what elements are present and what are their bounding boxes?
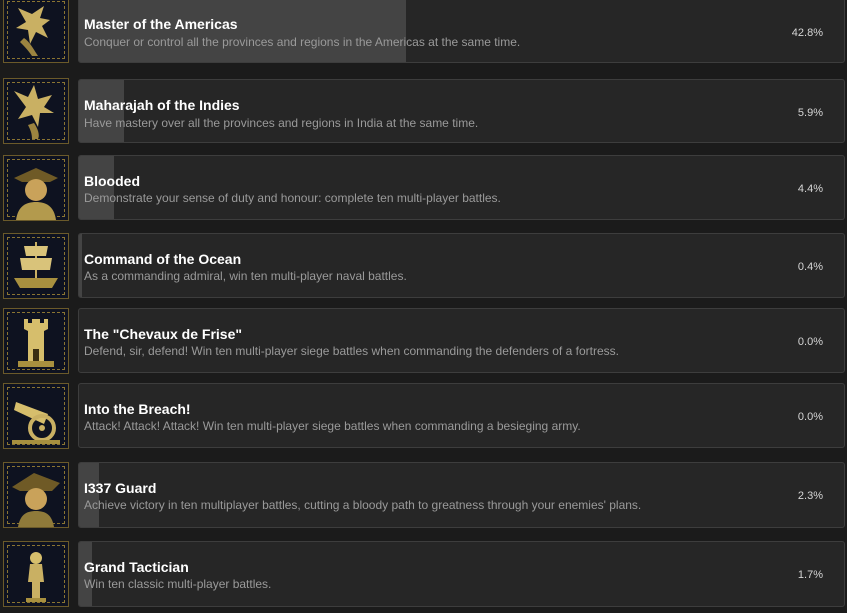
achievement-description: Win ten classic multi-player battles.	[84, 577, 272, 591]
unlock-percentage: 2.3%	[797, 490, 823, 502]
cannon-icon	[3, 383, 69, 449]
progress-bar	[79, 234, 82, 297]
soldier-figure-icon	[3, 541, 69, 607]
officer-portrait-icon	[3, 462, 69, 528]
tower-icon	[3, 308, 69, 374]
ship-icon	[3, 233, 69, 299]
achievement-card: Command of the Ocean As a commanding adm…	[78, 233, 845, 298]
unlock-percentage: 0.0%	[797, 411, 823, 423]
achievement-title: Blooded	[84, 173, 140, 189]
eagle-icon	[3, 0, 69, 63]
achievement-card: Blooded Demonstrate your sense of duty a…	[78, 155, 845, 220]
achievement-description: Achieve victory in ten multiplayer battl…	[84, 498, 642, 512]
achievement-row: Blooded Demonstrate your sense of duty a…	[0, 155, 847, 223]
eagle-icon	[3, 78, 69, 144]
achievement-card: Master of the Americas Conquer or contro…	[78, 0, 845, 63]
achievement-description: As a commanding admiral, win ten multi-p…	[84, 269, 407, 283]
achievement-title: Command of the Ocean	[84, 251, 242, 267]
achievement-row: Grand Tactician Win ten classic multi-pl…	[0, 541, 847, 609]
achievement-description: Conquer or control all the provinces and…	[84, 35, 521, 49]
achievement-title: Maharajah of the Indies	[84, 97, 240, 113]
achievement-card: I337 Guard Achieve victory in ten multip…	[78, 462, 845, 528]
achievement-row: I337 Guard Achieve victory in ten multip…	[0, 462, 847, 530]
achievement-row: Master of the Americas Conquer or contro…	[0, 0, 847, 68]
achievement-title: Grand Tactician	[84, 559, 189, 575]
achievement-title: The "Chevaux de Frise"	[84, 326, 242, 342]
achievement-title: Master of the Americas	[84, 16, 238, 32]
unlock-percentage: 5.9%	[797, 107, 823, 119]
achievement-description: Attack! Attack! Attack! Win ten multi-pl…	[84, 419, 581, 433]
achievement-card: Maharajah of the Indies Have mastery ove…	[78, 79, 845, 143]
achievement-row: Maharajah of the Indies Have mastery ove…	[0, 78, 847, 146]
achievement-title: Into the Breach!	[84, 401, 191, 417]
unlock-percentage: 1.7%	[797, 569, 823, 581]
achievement-description: Defend, sir, defend! Win ten multi-playe…	[84, 344, 619, 358]
unlock-percentage: 42.8%	[791, 27, 823, 39]
achievement-card: Into the Breach! Attack! Attack! Attack!…	[78, 383, 845, 448]
achievement-row: Into the Breach! Attack! Attack! Attack!…	[0, 383, 847, 451]
unlock-percentage: 0.4%	[797, 261, 823, 273]
achievement-card: Grand Tactician Win ten classic multi-pl…	[78, 541, 845, 607]
unlock-percentage: 4.4%	[797, 183, 823, 195]
unlock-percentage: 0.0%	[797, 336, 823, 348]
achievement-description: Have mastery over all the provinces and …	[84, 116, 479, 130]
achievement-description: Demonstrate your sense of duty and honou…	[84, 191, 501, 205]
officer-portrait-icon	[3, 155, 69, 221]
achievement-row: Command of the Ocean As a commanding adm…	[0, 233, 847, 301]
achievement-title: I337 Guard	[84, 480, 157, 496]
achievement-card: The "Chevaux de Frise" Defend, sir, defe…	[78, 308, 845, 373]
achievement-row: The "Chevaux de Frise" Defend, sir, defe…	[0, 308, 847, 376]
